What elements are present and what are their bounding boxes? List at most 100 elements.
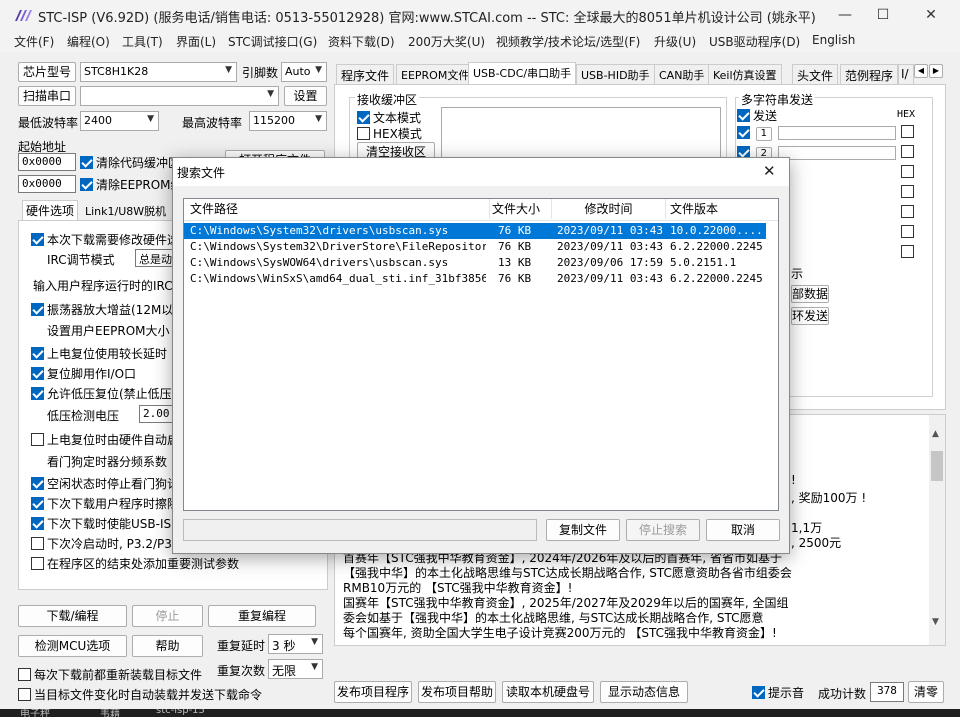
hex-checkbox-1[interactable] xyxy=(901,125,914,138)
menu-program[interactable]: 编程(O) xyxy=(67,33,110,50)
taskbar-item[interactable]: 韦藉 xyxy=(100,709,120,717)
tab-hardware-options[interactable]: 硬件选项 xyxy=(22,200,79,220)
tab-scroll-right-icon[interactable]: ▶ xyxy=(929,64,943,78)
file-row[interactable]: C:\Windows\System32\DriverStore\FileRepo… xyxy=(184,239,778,255)
option-cold-boot[interactable]: 下次冷启动时, P3.2/P3. xyxy=(31,535,176,552)
show-dynamic-button[interactable]: 显示动态信息 xyxy=(600,681,688,703)
option-long-reset-delay[interactable]: 上电复位使用较长延时 xyxy=(31,345,167,362)
checkbox-icon[interactable] xyxy=(737,126,750,139)
publish-program-button[interactable]: 发布项目程序 xyxy=(334,681,412,703)
close-button[interactable]: ✕ xyxy=(908,0,954,30)
menu-file[interactable]: 文件(F) xyxy=(14,33,54,50)
tab-program-file[interactable]: 程序文件 xyxy=(336,64,395,84)
column-header-size[interactable]: 文件大小 xyxy=(490,199,552,219)
tab-examples[interactable]: 范例程序 xyxy=(840,64,899,84)
detect-mcu-button[interactable]: 检测MCU选项 xyxy=(18,635,127,657)
checkbox-icon xyxy=(80,178,93,191)
taskbar-item[interactable]: stc-isp-15 xyxy=(156,709,205,716)
taskbar-item[interactable]: 电子秤 xyxy=(20,709,50,717)
tab-usb-hid[interactable]: USB-HID助手 xyxy=(576,64,655,84)
file-row[interactable]: C:\Windows\System32\drivers\usbscan.sys … xyxy=(184,223,766,239)
send-all-checkbox[interactable]: 发送 xyxy=(737,107,777,124)
menu-english[interactable]: English xyxy=(812,33,855,47)
dialog-close-icon[interactable]: ✕ xyxy=(763,162,776,180)
cancel-button[interactable]: 取消 xyxy=(706,519,780,541)
option-low-voltage-reset[interactable]: 允许低压复位(禁止低压 xyxy=(31,385,172,402)
tab-can[interactable]: CAN助手 xyxy=(654,64,710,84)
stop-search-button[interactable]: 停止搜索 xyxy=(626,519,700,541)
option-modify-hardware[interactable]: 本次下载需要修改硬件选 xyxy=(31,231,179,248)
column-header-time[interactable]: 修改时间 xyxy=(552,199,666,219)
stop-button[interactable]: 停止 xyxy=(132,605,203,627)
chip-model-label[interactable]: 芯片型号 xyxy=(18,62,76,82)
start-address-1-input[interactable]: 0x0000 xyxy=(18,153,76,171)
column-header-path[interactable]: 文件路径 xyxy=(190,199,490,219)
clear-code-checkbox[interactable]: 清除代码缓冲区 xyxy=(80,154,180,171)
menu-download[interactable]: 资料下载(D) xyxy=(328,33,395,50)
clear-count-button[interactable]: 清零 xyxy=(908,681,944,703)
hex-checkbox-3[interactable] xyxy=(901,165,914,178)
loop-send-button[interactable]: 环发送 xyxy=(791,307,829,325)
menu-tools[interactable]: 工具(T) xyxy=(122,33,163,50)
option-reset-pin-io[interactable]: 复位脚用作I/O口 xyxy=(31,365,136,382)
scroll-up-icon[interactable]: ▲ xyxy=(932,429,939,439)
download-program-button[interactable]: 下载/编程 xyxy=(18,605,127,627)
auto-reload-checkbox[interactable]: 当目标文件变化时自动装载并发送下载命令 xyxy=(18,686,262,703)
menu-upgrade[interactable]: 升级(U) xyxy=(654,33,696,50)
menu-interface[interactable]: 界面(L) xyxy=(176,33,216,50)
tab-header-file[interactable]: 头文件 xyxy=(792,64,839,84)
tab-scroll-left-icon[interactable]: ◀ xyxy=(914,64,928,78)
publish-help-button[interactable]: 发布项目帮助 xyxy=(418,681,496,703)
tab-eeprom-file[interactable]: EEPROM文件 xyxy=(396,64,475,84)
text-mode-checkbox[interactable]: 文本模式 xyxy=(357,109,421,126)
sound-tip-checkbox[interactable]: 提示音 xyxy=(752,684,804,701)
column-header-version[interactable]: 文件版本 xyxy=(666,199,778,219)
send-row-2-input[interactable] xyxy=(777,145,896,160)
reload-each-checkbox[interactable]: 每次下载前都重新装载目标文件 xyxy=(18,666,202,683)
send-row-1-button[interactable]: 1 xyxy=(755,127,772,141)
tab-keil[interactable]: Keil仿真设置 xyxy=(708,64,782,84)
read-disk-button[interactable]: 读取本机硬盘号 xyxy=(502,681,594,703)
hex-checkbox-5[interactable] xyxy=(901,205,914,218)
max-baud-select[interactable]: 115200 ▼ xyxy=(249,111,327,131)
file-row[interactable]: C:\Windows\WinSxS\amd64_dual_sti.inf_31b… xyxy=(184,271,778,287)
hex-checkbox-4[interactable] xyxy=(901,185,914,198)
pin-count-select[interactable]: Auto ▼ xyxy=(281,62,327,82)
help-button[interactable]: 帮助 xyxy=(132,635,203,657)
port-select[interactable]: ▼ xyxy=(80,86,279,106)
hex-checkbox-7[interactable] xyxy=(901,245,914,258)
hex-checkbox-2[interactable] xyxy=(901,145,914,158)
window-title: STC-ISP (V6.92D) (服务电话/销售电话: 0513-550129… xyxy=(38,11,816,26)
option-usb-isp[interactable]: 下次下载时使能USB-ISP xyxy=(31,515,178,532)
chip-model-select[interactable]: STC8H1K28 ▼ xyxy=(80,62,237,82)
repeat-delay-select[interactable]: 3 秒 ▼ xyxy=(268,634,323,654)
option-idle-stop-watchdog[interactable]: 空闲状态时停止看门狗计 xyxy=(31,475,179,492)
hex-checkbox-6[interactable] xyxy=(901,225,914,238)
file-row[interactable]: C:\Windows\SysWOW64\drivers\usbscan.sys … xyxy=(184,255,778,271)
repeat-program-button[interactable]: 重复编程 xyxy=(208,605,316,627)
tab-link1[interactable]: Link1/U8W脱机 xyxy=(82,202,169,220)
maximize-button[interactable]: ☐ xyxy=(860,0,906,30)
scroll-down-icon[interactable]: ▼ xyxy=(932,617,939,627)
menu-video[interactable]: 视频教学/技术论坛/选型(F) xyxy=(496,33,640,50)
option-oscillator-gain[interactable]: 振荡器放大增益(12M以上 xyxy=(31,301,185,318)
option-test-params[interactable]: 在程序区的结束处添加重要测试参数 xyxy=(31,555,239,572)
send-row-1-input[interactable] xyxy=(777,125,896,140)
scan-port-button[interactable]: 扫描串口 xyxy=(18,86,76,106)
settings-button[interactable]: 设置 xyxy=(284,86,327,106)
hex-mode-checkbox[interactable]: HEX模式 xyxy=(357,125,422,142)
option-erase-next[interactable]: 下次下载用户程序时擦除 xyxy=(31,495,179,512)
menu-prize[interactable]: 200万大奖(U) xyxy=(408,33,485,50)
min-baud-select[interactable]: 2400 ▼ xyxy=(80,111,159,131)
copy-file-button[interactable]: 复制文件 xyxy=(546,519,620,541)
log-scrollbar[interactable]: ▲ ▼ xyxy=(929,415,945,645)
menu-usb-driver[interactable]: USB驱动程序(D) xyxy=(709,33,800,50)
tab-io[interactable]: I/ xyxy=(898,64,914,84)
repeat-count-select[interactable]: 无限 ▼ xyxy=(268,659,323,679)
tab-usb-cdc[interactable]: USB-CDC/串口助手 xyxy=(468,62,577,84)
menu-debug[interactable]: STC调试接口(G) xyxy=(228,33,317,50)
scrollbar-thumb[interactable] xyxy=(931,451,943,481)
option-hw-watchdog[interactable]: 上电复位时由硬件自动启 xyxy=(31,431,179,448)
partial-data-button[interactable]: 部数据 xyxy=(791,285,829,303)
start-address-2-input[interactable]: 0x0000 xyxy=(18,175,76,193)
